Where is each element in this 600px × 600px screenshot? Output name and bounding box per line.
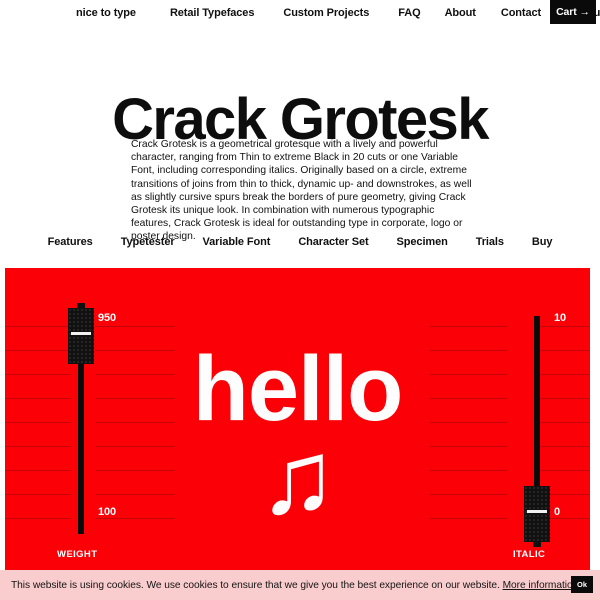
cookie-banner-text: This website is using cookies. We use co… xyxy=(11,580,578,591)
typetester-panel: hello ♫ 950 100 WEIGHT 10 0 ITALIC xyxy=(5,268,590,570)
typeface-description: Crack Grotesk is a geometrical grotesque… xyxy=(131,139,472,242)
cookie-more-information-link[interactable]: More information xyxy=(503,580,579,591)
italic-slider-handle[interactable] xyxy=(524,486,550,547)
section-link-buy[interactable]: Buy xyxy=(532,236,553,248)
weight-slider[interactable]: 950 100 xyxy=(68,303,116,534)
italic-slider[interactable]: 10 0 xyxy=(524,312,566,547)
cookie-consent-banner: This website is using cookies. We use co… xyxy=(0,570,600,600)
italic-slider-min-value: 0 xyxy=(554,506,561,518)
italic-slider-max-value: 10 xyxy=(554,312,567,324)
cookie-accept-button[interactable]: Ok xyxy=(571,576,593,593)
section-link-features[interactable]: Features xyxy=(48,236,93,248)
cart-button[interactable]: Cart → xyxy=(550,0,596,24)
nav-link-custom-projects[interactable]: Custom Projects xyxy=(283,0,369,26)
weight-slider-handle[interactable] xyxy=(68,303,94,364)
section-navigation: Features Typetester Variable Font Charac… xyxy=(0,236,600,248)
weight-slider-max-value: 950 xyxy=(98,312,117,324)
nav-link-nice-to-type[interactable]: nice to type xyxy=(76,0,136,26)
top-navigation: nice to type Retail Typefaces Custom Pro… xyxy=(0,0,600,26)
top-navigation-items: nice to type Retail Typefaces Custom Pro… xyxy=(76,0,600,26)
section-link-typetester[interactable]: Typetester xyxy=(121,236,175,248)
weight-slider-label: WEIGHT xyxy=(57,549,98,560)
page-root: nice to type Retail Typefaces Custom Pro… xyxy=(0,0,600,600)
nav-link-contact[interactable]: Contact xyxy=(501,0,541,26)
section-link-trials[interactable]: Trials xyxy=(476,236,504,248)
cookie-banner-message: This website is using cookies. We use co… xyxy=(11,579,503,591)
nav-link-about[interactable]: About xyxy=(445,0,476,26)
italic-slider-label: ITALIC xyxy=(513,549,546,560)
weight-slider-min-value: 100 xyxy=(98,506,117,518)
nav-link-faq[interactable]: FAQ xyxy=(398,0,420,26)
section-link-character-set[interactable]: Character Set xyxy=(298,236,368,248)
nav-link-retail-typefaces[interactable]: Retail Typefaces xyxy=(170,0,255,26)
section-link-specimen[interactable]: Specimen xyxy=(397,236,448,248)
section-link-variable-font[interactable]: Variable Font xyxy=(203,236,271,248)
